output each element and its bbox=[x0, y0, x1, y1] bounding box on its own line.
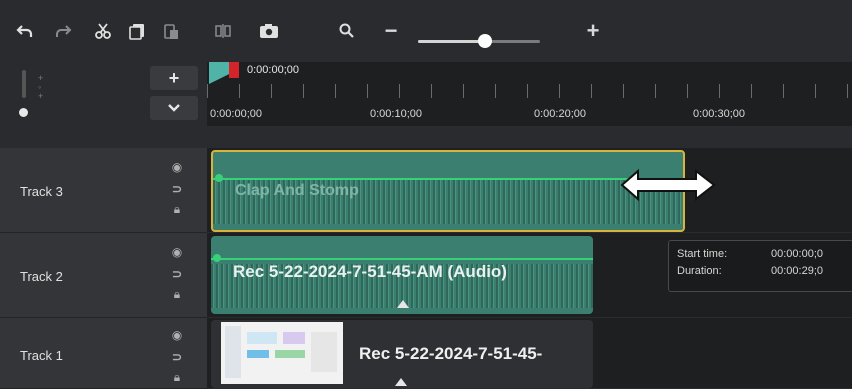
zoom-in-button[interactable]: + bbox=[582, 18, 604, 43]
redo-icon[interactable] bbox=[52, 20, 74, 42]
track-height-slider[interactable] bbox=[22, 70, 26, 98]
track-name: Track 3 bbox=[20, 184, 63, 199]
zoom-slider-fill bbox=[418, 40, 486, 43]
scissors-icon[interactable] bbox=[92, 20, 114, 42]
track-header-2[interactable]: Track 2 ◉ ⊃ 🔒︎ bbox=[0, 233, 207, 318]
audio-clip-clap-and-stomp[interactable]: Clap And Stomp bbox=[211, 150, 685, 232]
timeline-separator bbox=[0, 126, 852, 148]
start-time-label: Start time: bbox=[677, 248, 728, 260]
ruler-tick-label: 0:00:20;00 bbox=[534, 108, 586, 120]
ruler-tick-label: 0:00:00;00 bbox=[210, 108, 262, 120]
track-name: Track 2 bbox=[20, 269, 63, 284]
clip-title: Rec 5-22-2024-7-51-45-AM (Audio) bbox=[233, 262, 507, 281]
playhead-time: 0:00:00;00 bbox=[247, 64, 299, 76]
track-height-handle[interactable] bbox=[19, 108, 28, 117]
volume-line[interactable] bbox=[213, 178, 683, 180]
split-icon[interactable] bbox=[212, 20, 234, 42]
zoom-out-button[interactable]: − bbox=[380, 18, 402, 43]
clip-title: Clap And Stomp bbox=[235, 182, 359, 199]
camera-icon[interactable] bbox=[258, 20, 280, 42]
lock-icon[interactable]: 🔒︎ bbox=[170, 202, 184, 217]
zoom-slider[interactable] bbox=[418, 34, 540, 48]
zoom-slider-handle[interactable] bbox=[478, 34, 493, 48]
ruler-tick-label: 0:00:30;00 bbox=[693, 108, 745, 120]
clip-start-point[interactable] bbox=[215, 174, 223, 182]
paste-icon[interactable] bbox=[160, 20, 182, 42]
add-track-button[interactable]: + bbox=[150, 66, 198, 90]
undo-icon[interactable] bbox=[14, 20, 36, 42]
ruler-tick-label: 0:00:10;00 bbox=[370, 108, 422, 120]
volume-line[interactable] bbox=[211, 258, 593, 260]
duration-label: Duration: bbox=[677, 265, 722, 277]
track-header-3[interactable]: Track 3 ◉ ⊃ 🔒︎ bbox=[0, 148, 207, 233]
eye-icon[interactable]: ◉ bbox=[170, 245, 184, 259]
eye-icon[interactable]: ◉ bbox=[170, 160, 184, 174]
eye-icon[interactable]: ◉ bbox=[170, 328, 184, 342]
time-ruler[interactable] bbox=[207, 62, 852, 126]
collapse-button[interactable] bbox=[150, 96, 198, 120]
clip-thumbnail bbox=[221, 322, 343, 384]
clip-start-point[interactable] bbox=[213, 254, 221, 262]
magnet-icon[interactable]: ⊃ bbox=[170, 182, 184, 196]
clip-title: Rec 5-22-2024-7-51-45- bbox=[359, 344, 543, 363]
magnet-icon[interactable]: ⊃ bbox=[170, 267, 184, 281]
duration-value: 00:00:29;0 bbox=[771, 265, 823, 277]
track-height-icon: + ◦ + bbox=[38, 73, 44, 101]
ruler-ticks bbox=[207, 84, 852, 98]
lock-icon[interactable]: 🔒︎ bbox=[170, 370, 184, 385]
chevron-down-icon bbox=[168, 104, 180, 112]
clip-info-tooltip: Start time: 00:00:00;0 Duration: 00:00:2… bbox=[668, 240, 852, 292]
track-name: Track 1 bbox=[20, 348, 63, 363]
resize-cursor-icon bbox=[620, 168, 716, 202]
copy-icon[interactable] bbox=[126, 20, 148, 42]
start-time-value: 00:00:00;0 bbox=[771, 248, 823, 260]
audio-clip-rec-audio[interactable]: Rec 5-22-2024-7-51-45-AM (Audio) bbox=[211, 236, 593, 314]
toolbar: − + bbox=[0, 0, 852, 62]
magnet-icon[interactable]: ⊃ bbox=[170, 350, 184, 364]
video-clip-rec[interactable]: Rec 5-22-2024-7-51-45- bbox=[211, 320, 593, 388]
clip-expand-icon[interactable] bbox=[397, 300, 409, 308]
track-header-1[interactable]: Track 1 ◉ ⊃ 🔒︎ bbox=[0, 318, 207, 389]
magnifier-icon[interactable] bbox=[336, 20, 358, 42]
lock-icon[interactable]: 🔒︎ bbox=[170, 287, 184, 302]
playhead-handle[interactable] bbox=[229, 62, 239, 78]
clip-expand-icon[interactable] bbox=[395, 378, 407, 386]
